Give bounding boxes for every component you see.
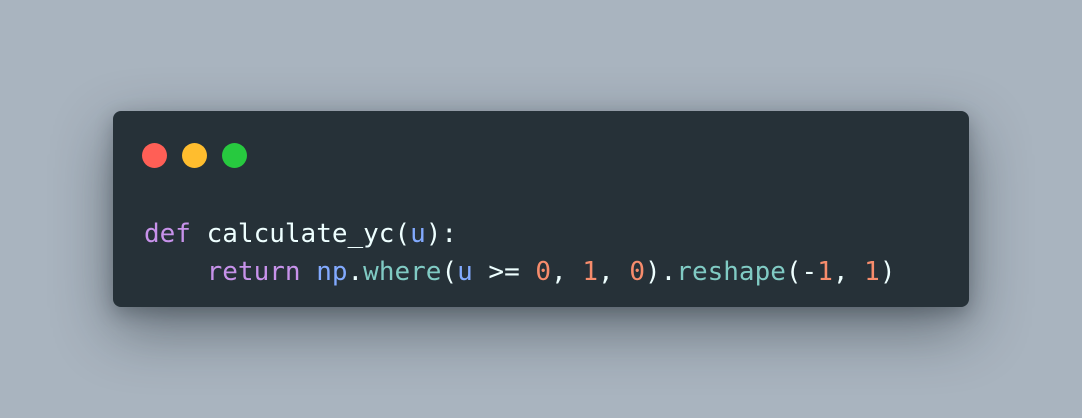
code-window: def calculate_yc(u): return np.where(u >… <box>113 111 969 307</box>
paren-close-reshape: ) <box>879 257 896 287</box>
method-reshape: reshape <box>676 257 786 287</box>
paren-open-where: ( <box>441 257 458 287</box>
maximize-dot-icon[interactable] <box>222 143 247 168</box>
comma-2: , <box>598 257 630 287</box>
number-1b: 1 <box>817 257 833 287</box>
keyword-return: return <box>206 257 301 287</box>
number-0b: 0 <box>629 257 645 287</box>
paren-open-reshape: (- <box>785 257 818 287</box>
param-u: u <box>410 219 426 249</box>
window-controls <box>142 143 247 168</box>
close-dot: ). <box>644 257 677 287</box>
operator-gte: >= <box>472 257 536 287</box>
comma-3: , <box>832 257 865 287</box>
code-line-2: return np.where(u >= 0, 1, 0).reshape(-1… <box>144 253 896 291</box>
function-name: calculate_yc <box>206 219 395 249</box>
keyword-def: def <box>144 219 191 249</box>
paren-open: ( <box>394 219 411 249</box>
number-1a: 1 <box>582 257 599 287</box>
code-line-1: def calculate_yc(u): <box>144 215 895 253</box>
dot: . <box>347 257 364 287</box>
comma-1: , <box>551 257 583 287</box>
close-dot-icon[interactable] <box>142 143 167 168</box>
code-block: def calculate_yc(u): return np.where(u >… <box>144 215 895 291</box>
arg-u: u <box>457 257 473 287</box>
paren-close-colon: ): <box>425 219 458 249</box>
number-0a: 0 <box>535 257 552 287</box>
method-where: where <box>363 257 442 287</box>
minimize-dot-icon[interactable] <box>182 143 207 168</box>
module-np: np <box>316 257 348 287</box>
number-1c: 1 <box>864 257 880 287</box>
